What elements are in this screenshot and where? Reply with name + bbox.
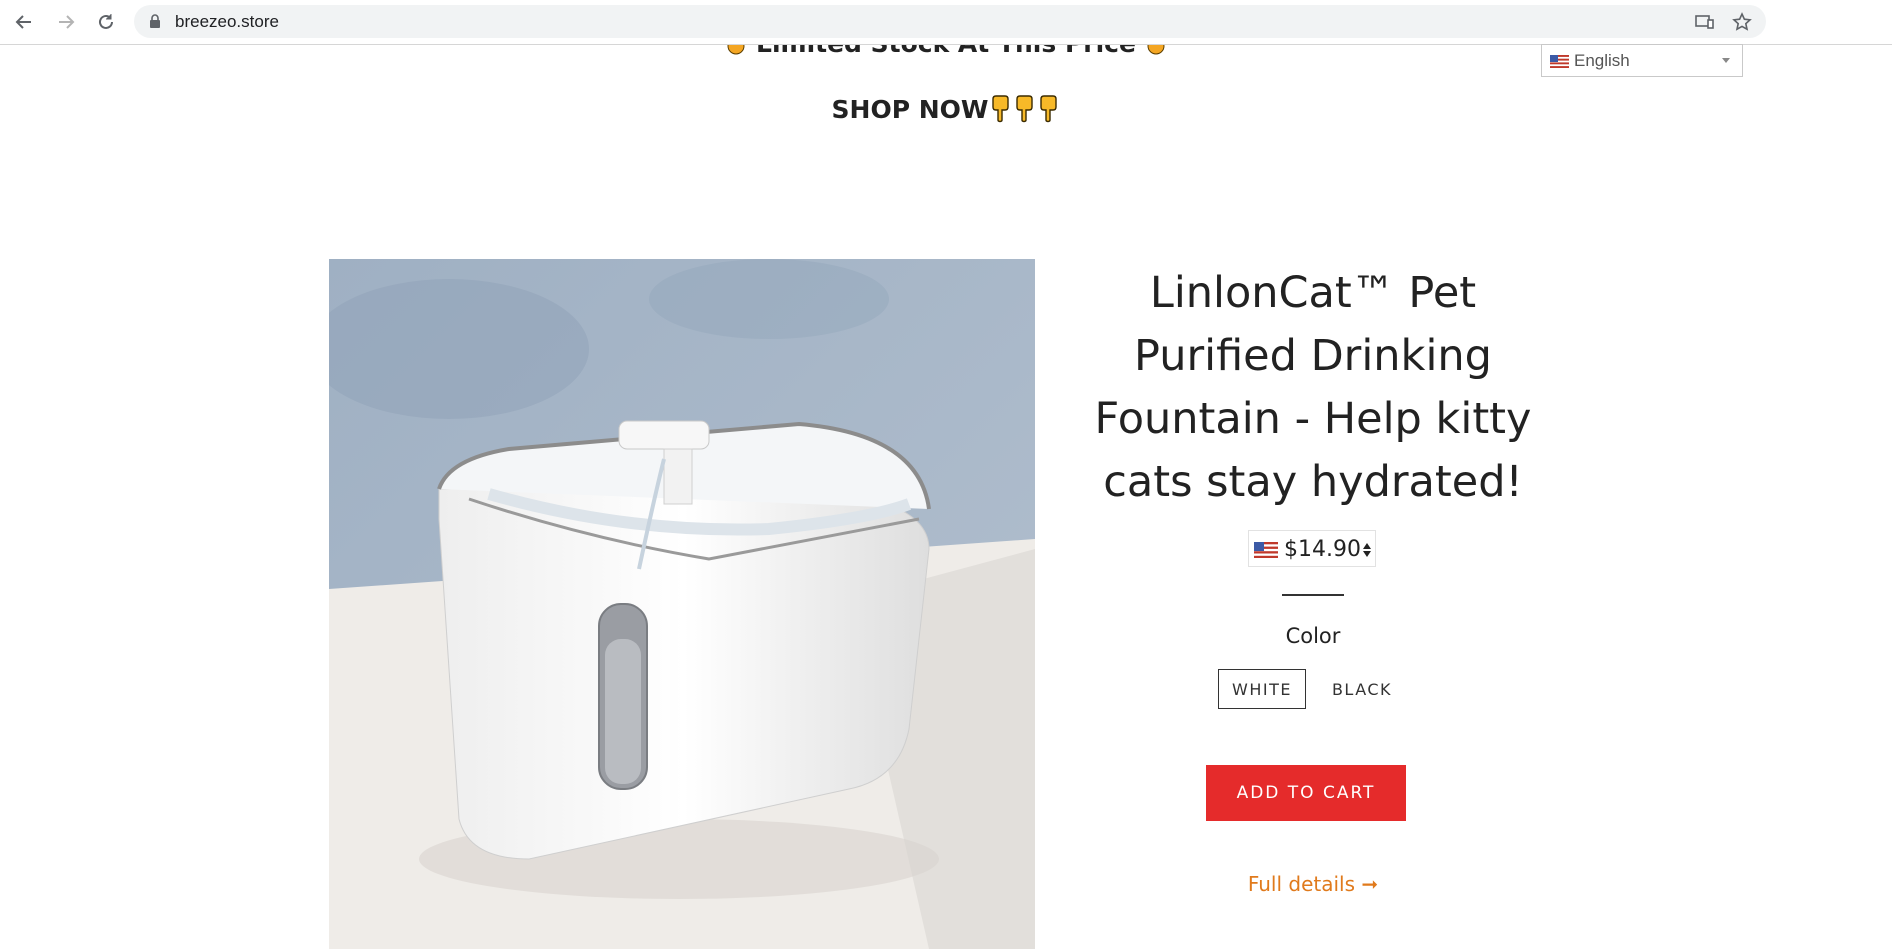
us-flag-icon bbox=[1254, 542, 1278, 558]
url-text: breezeo.store bbox=[175, 12, 279, 31]
language-selector[interactable]: English bbox=[1541, 44, 1743, 77]
pointing-down-emoji-icon bbox=[1040, 95, 1058, 123]
browser-toolbar: breezeo.store bbox=[0, 0, 1892, 45]
reload-icon bbox=[99, 14, 113, 29]
divider bbox=[1282, 594, 1344, 596]
color-option-black[interactable]: BLACK bbox=[1326, 669, 1398, 709]
product-price: $14.90 bbox=[1284, 537, 1361, 562]
product-image[interactable] bbox=[329, 259, 1035, 949]
full-details-link[interactable]: Full details ➞ bbox=[1236, 872, 1390, 896]
reload-button[interactable] bbox=[94, 10, 118, 34]
sort-updown-icon bbox=[1363, 543, 1371, 557]
forward-button[interactable] bbox=[54, 10, 78, 34]
back-arrow-icon bbox=[15, 15, 31, 29]
color-option-label: Color bbox=[1285, 624, 1341, 648]
back-button[interactable] bbox=[12, 10, 36, 34]
address-bar[interactable]: breezeo.store bbox=[134, 5, 1766, 38]
currency-price-selector[interactable]: $14.90 bbox=[1248, 530, 1376, 567]
chevron-down-icon bbox=[1722, 58, 1730, 63]
shop-now-text: SHOP NOW bbox=[831, 95, 989, 124]
pointing-down-emoji-icon bbox=[992, 95, 1010, 123]
cast-device-icon[interactable] bbox=[1694, 12, 1714, 32]
color-option-white[interactable]: WHITE bbox=[1218, 669, 1306, 709]
product-title: LinlonCat™ Pet Purified Drinking Fountai… bbox=[1094, 268, 1532, 507]
shop-now-banner: SHOP NOW bbox=[0, 94, 1892, 124]
add-to-cart-button[interactable]: ADD TO CART bbox=[1206, 765, 1406, 821]
forward-arrow-icon bbox=[59, 15, 75, 29]
us-flag-icon bbox=[1550, 55, 1569, 68]
pointing-down-emoji-icon bbox=[1016, 95, 1034, 123]
language-label: English bbox=[1574, 51, 1630, 70]
lock-icon bbox=[150, 14, 160, 28]
bookmark-star-icon[interactable] bbox=[1732, 12, 1752, 32]
